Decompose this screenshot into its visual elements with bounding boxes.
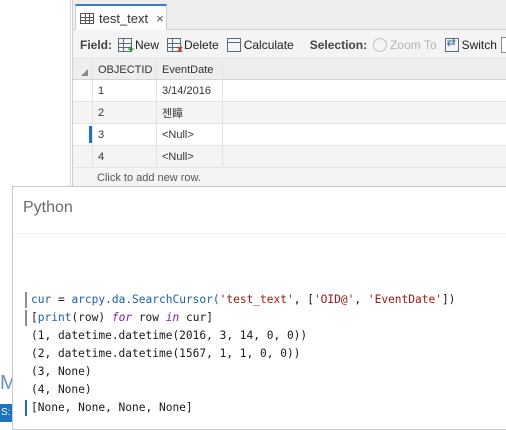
active-row-marker bbox=[89, 126, 92, 143]
table-row[interactable]: 3 <Null> bbox=[73, 124, 506, 146]
row-selector[interactable] bbox=[73, 124, 93, 145]
python-input-line: cur = arcpy.da.SearchCursor('test_text',… bbox=[25, 291, 506, 309]
switch-selection-icon bbox=[444, 36, 459, 52]
python-output-line: (3, None) bbox=[25, 363, 506, 381]
close-icon[interactable]: × bbox=[156, 11, 164, 26]
python-result-line: [None, None, None, None] bbox=[25, 399, 506, 417]
line-marker bbox=[25, 328, 27, 344]
line-marker bbox=[25, 382, 27, 398]
table-row[interactable]: 2 젠瞕 bbox=[73, 102, 506, 124]
python-window: Python cur = arcpy.da.SearchCursor('test… bbox=[12, 186, 506, 430]
header-filler bbox=[223, 60, 506, 79]
delete-field-button[interactable]: Delete bbox=[167, 37, 219, 56]
delete-field-label: Delete bbox=[184, 37, 219, 52]
code-token: [None, None, None, None] bbox=[31, 401, 193, 414]
cell-objectid[interactable]: 4 bbox=[93, 146, 157, 167]
zoom-to-label: Zoom To bbox=[390, 37, 437, 52]
background-partial-text: M bbox=[0, 372, 12, 394]
calculator-icon bbox=[226, 37, 241, 52]
code-token: (row) bbox=[71, 311, 112, 324]
code-token: arcpy.da.SearchCursor( bbox=[71, 293, 220, 306]
python-output-line: (1, datetime.datetime(2016, 3, 14, 0, 0)… bbox=[25, 327, 506, 345]
toolbar-overflow-button[interactable] bbox=[501, 37, 506, 53]
code-token: ]) bbox=[441, 293, 456, 306]
line-marker bbox=[25, 310, 27, 326]
code-token: cur bbox=[31, 293, 52, 306]
cell-eventdate[interactable]: <Null> bbox=[157, 146, 223, 167]
row-filler bbox=[223, 146, 506, 167]
row-filler bbox=[223, 124, 506, 145]
code-token: for bbox=[111, 311, 133, 324]
row-selector[interactable] bbox=[73, 102, 93, 123]
line-marker bbox=[25, 292, 27, 308]
attribute-grid: OBJECTID EventDate 1 3/14/2016 2 젠瞕 3 <N… bbox=[73, 60, 506, 188]
title-divider bbox=[13, 233, 506, 234]
code-token: print bbox=[37, 311, 72, 324]
code-token: , bbox=[354, 293, 368, 306]
code-token: in bbox=[165, 311, 180, 324]
grid-header-row: OBJECTID EventDate bbox=[73, 60, 506, 80]
field-group-label: Field: bbox=[80, 37, 112, 52]
table-row[interactable]: 4 <Null> bbox=[73, 146, 506, 168]
zoom-to-button[interactable]: Zoom To bbox=[373, 37, 437, 52]
calculate-field-label: Calculate bbox=[243, 37, 294, 52]
code-token: (2, datetime.datetime(1567, 1, 1, 0, 0)) bbox=[31, 347, 301, 360]
code-token: 'OID@' bbox=[313, 293, 355, 306]
cell-eventdate[interactable]: <Null> bbox=[157, 124, 223, 145]
python-output-line: (4, None) bbox=[25, 381, 506, 399]
line-marker bbox=[25, 364, 27, 380]
background-status-tab[interactable]: S: bbox=[0, 404, 12, 422]
calculate-field-button[interactable]: Calculate bbox=[226, 37, 294, 52]
code-token: 'EventDate' bbox=[367, 293, 442, 306]
new-field-label: New bbox=[135, 37, 160, 52]
new-field-button[interactable]: New bbox=[118, 37, 160, 56]
cell-eventdate[interactable]: 3/14/2016 bbox=[157, 80, 223, 101]
add-new-row[interactable]: Click to add new row. bbox=[73, 168, 506, 188]
tab-test-text[interactable]: test_text × bbox=[75, 4, 167, 30]
corner-triangle-icon bbox=[81, 69, 88, 76]
tab-label: test_text bbox=[99, 10, 149, 26]
code-token: (1, datetime.datetime(2016, 3, 14, 0, 0)… bbox=[31, 329, 308, 342]
cell-eventdate[interactable]: 젠瞕 bbox=[157, 102, 223, 123]
background-divider bbox=[70, 0, 71, 186]
switch-selection-button[interactable]: Switch bbox=[444, 36, 497, 52]
column-header-eventdate[interactable]: EventDate bbox=[157, 60, 223, 79]
cell-objectid[interactable]: 1 bbox=[93, 80, 157, 101]
row-selector[interactable] bbox=[73, 80, 93, 101]
selection-group-label: Selection: bbox=[309, 37, 368, 52]
tab-strip: test_text × bbox=[73, 0, 506, 30]
code-token: (4, None) bbox=[31, 383, 92, 396]
select-all-corner[interactable] bbox=[73, 60, 93, 79]
table-toolbar: Field: New Delete Calculate Selection: Z… bbox=[73, 31, 506, 59]
table-row[interactable]: 1 3/14/2016 bbox=[73, 80, 506, 102]
line-marker bbox=[25, 346, 27, 362]
code-token: 'test_text' bbox=[219, 293, 294, 306]
zoom-to-icon bbox=[373, 37, 388, 52]
python-output-line: (2, datetime.datetime(1567, 1, 1, 0, 0)) bbox=[25, 345, 506, 363]
python-window-title: Python bbox=[23, 199, 73, 216]
line-marker bbox=[25, 400, 27, 416]
row-selector[interactable] bbox=[73, 146, 93, 167]
code-token: (3, None) bbox=[31, 365, 92, 378]
add-field-icon bbox=[118, 37, 134, 56]
cell-objectid[interactable]: 2 bbox=[93, 102, 157, 123]
attribute-table-pane: test_text × Field: New Delete Calculate … bbox=[72, 0, 506, 188]
python-input-line: [print(row) for row in cur] bbox=[25, 309, 506, 327]
switch-selection-label: Switch bbox=[461, 37, 497, 52]
row-filler bbox=[223, 102, 506, 123]
code-token: , [ bbox=[293, 293, 314, 306]
row-filler bbox=[223, 80, 506, 101]
code-token: row bbox=[132, 311, 166, 324]
code-token: [ bbox=[31, 311, 38, 324]
code-token: = bbox=[51, 293, 72, 306]
code-token: cur] bbox=[179, 311, 213, 324]
column-header-objectid[interactable]: OBJECTID bbox=[93, 60, 157, 79]
delete-field-icon bbox=[167, 37, 183, 56]
table-icon bbox=[80, 12, 94, 24]
cell-objectid[interactable]: 3 bbox=[93, 124, 157, 145]
python-transcript[interactable]: cur = arcpy.da.SearchCursor('test_text',… bbox=[25, 291, 506, 417]
